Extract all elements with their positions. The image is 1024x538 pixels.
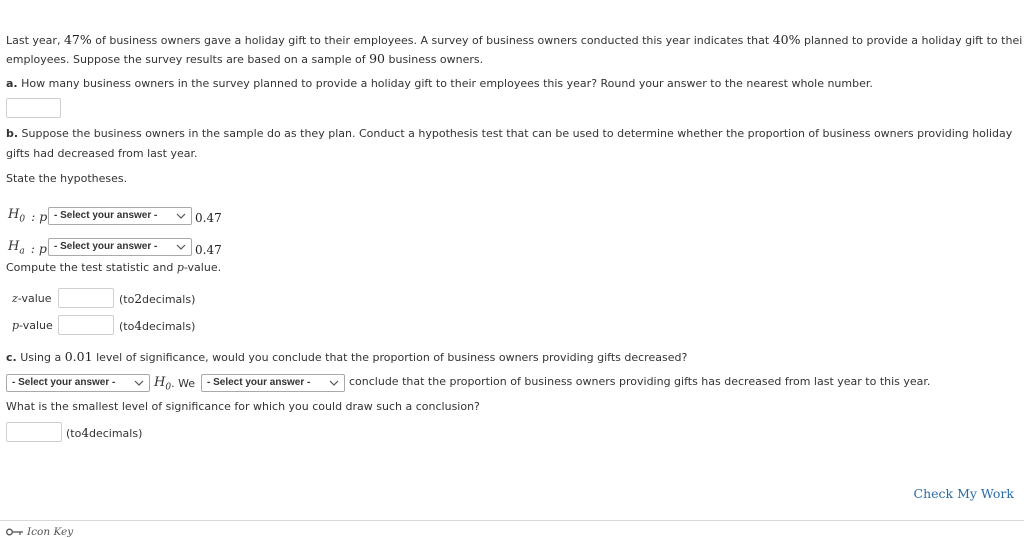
part-a-question: a. How many business owners in the surve… (6, 77, 873, 90)
h0-value: 0.47 (195, 211, 222, 225)
p-value-hint: (to 4 decimals) (119, 319, 195, 333)
conclude-decision-select[interactable]: - Select your answer - (201, 374, 345, 392)
icon-key-label: Icon Key (27, 526, 74, 538)
pct-this-year: 40% (772, 32, 801, 47)
chevron-down-icon (176, 213, 186, 219)
hint-text: decimals) (88, 426, 143, 440)
p-label-text: -value (19, 319, 53, 332)
part-c-text: level of significance, would you conclud… (92, 351, 688, 364)
we-text: . We (171, 377, 196, 391)
conclude-statement: conclude that the proportion of business… (349, 375, 931, 388)
part-a-answer-input[interactable] (6, 98, 61, 118)
smallest-hint: (to 4 decimals) (66, 426, 142, 440)
state-hypotheses: State the hypotheses. (6, 172, 127, 185)
sample-size: 90 (369, 51, 385, 66)
z-value-label: z -value (12, 292, 52, 305)
part-b-text: Suppose the business owners in the sampl… (18, 127, 1013, 140)
ha-relation-select[interactable]: - Select your answer - (48, 238, 192, 256)
hint-text: (to (119, 292, 135, 306)
alpha-value: 0.01 (64, 349, 93, 364)
smallest-text: What is the smallest level of significan… (6, 400, 480, 413)
compute-text-end: -value. (183, 261, 222, 274)
chevron-down-icon (176, 244, 186, 250)
h0-symbol: H0 (8, 207, 26, 225)
p-symbol: p (12, 319, 20, 332)
icon-key-link[interactable]: Icon Key (6, 526, 73, 538)
intro-text: of business owners gave a holiday gift t… (91, 34, 773, 47)
chevron-down-icon (134, 380, 144, 386)
p-symbol: : p (30, 240, 47, 256)
intro-line-1: Last year, 47% of business owners gave a… (6, 32, 1022, 47)
hint-text: decimals) (141, 292, 196, 306)
h0-row: H0 : p (8, 206, 47, 226)
intro-line-2: employees. Suppose the survey results ar… (6, 51, 483, 66)
part-a-text: How many business owners in the survey p… (17, 77, 873, 90)
p-value-label: p -value (12, 319, 53, 332)
part-b-question-line2: gifts had decreased from last year. (6, 147, 197, 160)
part-a-label: a. (6, 77, 18, 90)
h0-symbol: H0 (154, 375, 172, 393)
h0-we-text: H0. We (154, 375, 195, 393)
chevron-down-icon (329, 380, 339, 386)
select-placeholder: - Select your answer - (207, 377, 311, 388)
intro-text: employees. Suppose the survey results ar… (6, 53, 370, 66)
ha-value: 0.47 (195, 243, 222, 257)
part-c-question: c. Using a 0.01 level of significance, w… (6, 349, 687, 364)
part-c-text: Using a (16, 351, 65, 364)
part-b-label: b. (6, 127, 19, 140)
intro-text: Last year, (6, 34, 64, 47)
select-placeholder: - Select your answer - (54, 210, 158, 221)
p-symbol: : p (31, 208, 48, 224)
select-placeholder: - Select your answer - (54, 241, 158, 252)
footer-divider (0, 520, 1024, 521)
smallest-significance-input[interactable] (6, 422, 62, 442)
ha-symbol: Ha (8, 239, 25, 257)
conclude-text: conclude that the proportion of business… (349, 375, 930, 388)
h0-relation-select[interactable]: - Select your answer - (48, 207, 192, 225)
part-c-label: c. (6, 351, 17, 364)
z-value-hint: (to 2 decimals) (119, 292, 195, 306)
hint-text: (to (119, 319, 135, 333)
hint-number: 2 (134, 292, 142, 306)
intro-text: business owners. (385, 53, 484, 66)
part-b-text: gifts had decreased from last year. (6, 147, 198, 160)
hint-text: decimals) (141, 319, 196, 333)
hint-number: 4 (81, 426, 89, 440)
hint-text: (to (66, 426, 82, 440)
key-icon (6, 528, 23, 536)
compute-text: Compute the test statistic and (6, 261, 177, 274)
p-value-input[interactable] (58, 315, 114, 335)
part-b-question: b. Suppose the business owners in the sa… (6, 127, 1012, 140)
state-hypotheses-text: State the hypotheses. (6, 172, 128, 185)
intro-text: planned to provide a holiday gift to the… (800, 34, 1023, 47)
hint-number: 4 (134, 319, 142, 333)
select-placeholder: - Select your answer - (12, 377, 116, 388)
reject-decision-select[interactable]: - Select your answer - (6, 374, 150, 392)
smallest-significance-question: What is the smallest level of significan… (6, 400, 480, 413)
z-value-input[interactable] (58, 288, 114, 308)
z-label-text: -value (17, 292, 52, 305)
ha-row: Ha : p (8, 238, 47, 258)
compute-line: Compute the test statistic and p-value. (6, 261, 221, 274)
check-my-work-link[interactable]: Check My Work (914, 486, 1014, 501)
compute-p: p (176, 261, 184, 274)
pct-last-year: 47% (63, 32, 92, 47)
